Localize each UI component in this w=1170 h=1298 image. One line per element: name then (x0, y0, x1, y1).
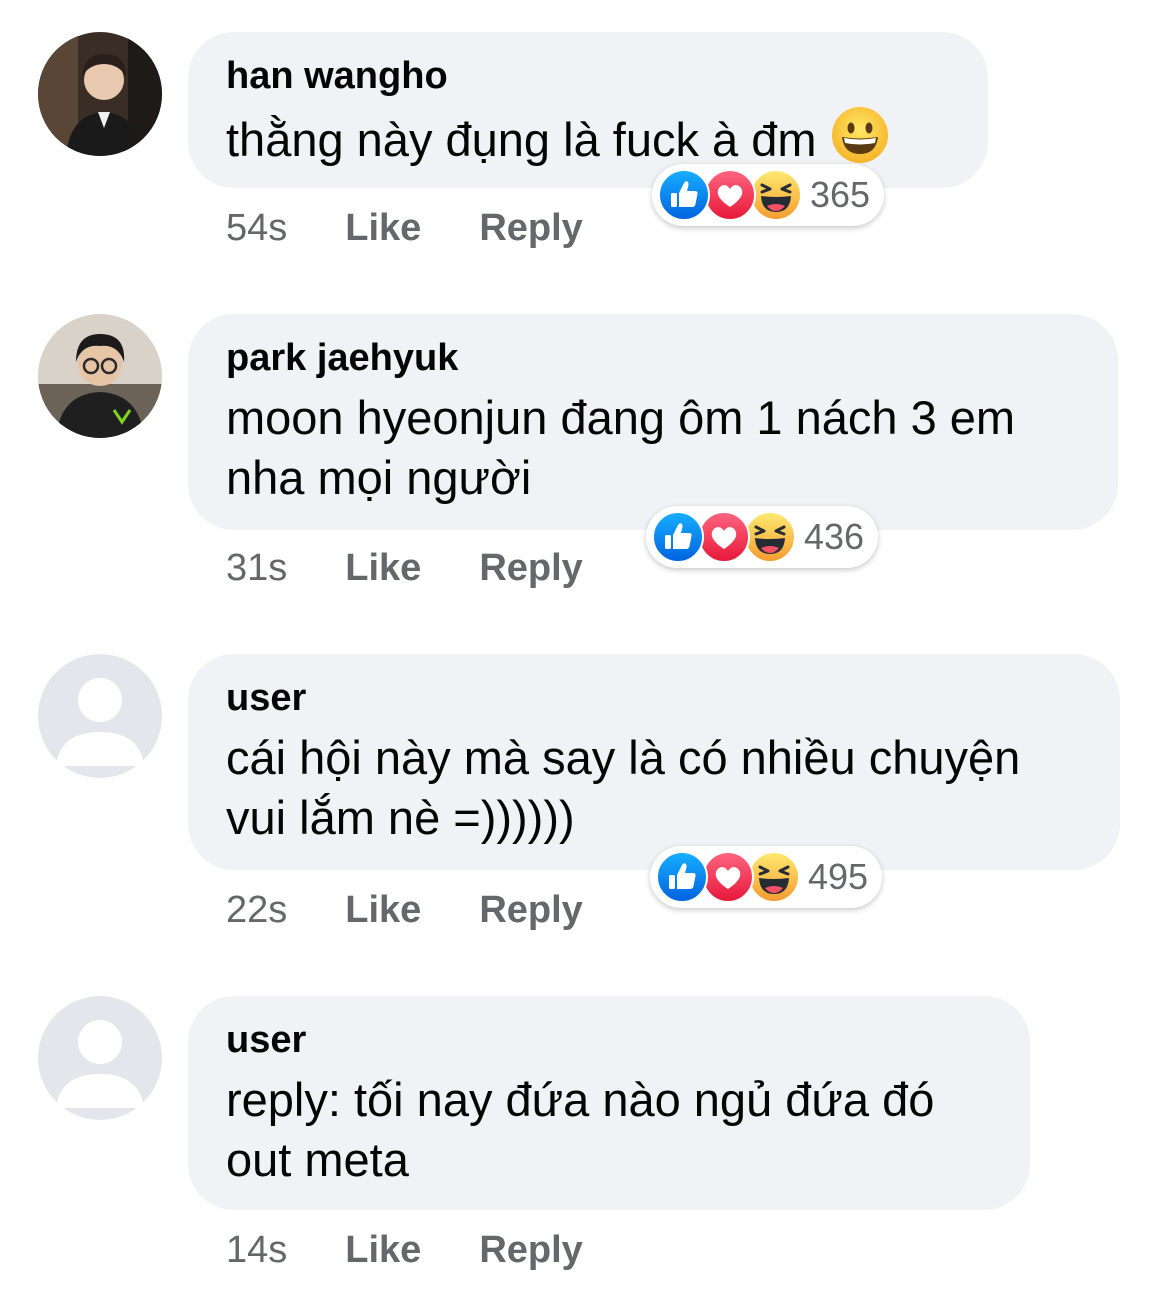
haha-reaction-icon (748, 851, 800, 903)
reaction-count: 436 (804, 516, 865, 557)
comment-author[interactable]: user (226, 1016, 990, 1064)
comment-author[interactable]: user (226, 674, 1080, 722)
love-reaction-icon (704, 169, 756, 221)
comment-bubble: park jaehyuk moon hyeonjun đang ôm 1 nác… (188, 314, 1118, 530)
avatar[interactable] (38, 996, 162, 1120)
comment-timestamp[interactable]: 54s (226, 206, 287, 250)
reaction-summary[interactable]: 436 (646, 506, 879, 568)
comment-author[interactable]: park jaehyuk (226, 334, 1078, 382)
comment-bubble: user reply: tối nay đứa nào ngủ đứa đó o… (188, 996, 1030, 1210)
comment-text: cái hội này mà say là có nhiều chuyện vu… (226, 731, 1021, 844)
comment-actions: 22s Like Reply (226, 888, 641, 932)
comment-text: reply: tối nay đứa nào ngủ đứa đó out me… (226, 1073, 935, 1186)
comment-author[interactable]: han wangho (226, 52, 948, 100)
like-reaction-icon (656, 851, 708, 903)
comment-bubble: user cái hội này mà say là có nhiều chuy… (188, 654, 1120, 870)
haha-reaction-icon (750, 169, 802, 221)
reply-button[interactable]: Reply (479, 888, 582, 932)
comment-text-content: thằng này đụng là fuck à đm (226, 113, 817, 166)
reaction-count: 495 (808, 856, 869, 897)
reply-button[interactable]: Reply (479, 206, 582, 250)
like-button[interactable]: Like (345, 546, 421, 590)
like-button[interactable]: Like (345, 888, 421, 932)
like-button[interactable]: Like (345, 206, 421, 250)
reaction-summary[interactable]: 365 (652, 164, 885, 226)
comment-timestamp[interactable]: 22s (226, 888, 287, 932)
like-button[interactable]: Like (345, 1228, 421, 1272)
comment-timestamp[interactable]: 14s (226, 1228, 287, 1272)
haha-reaction-icon (744, 511, 796, 563)
comment-actions: 54s Like Reply (226, 206, 641, 250)
comment-bubble: han wangho thằng này đụng là fuck à đm (188, 32, 988, 188)
avatar[interactable] (38, 654, 162, 778)
like-reaction-icon (658, 169, 710, 221)
reply-button[interactable]: Reply (479, 546, 582, 590)
reaction-summary[interactable]: 495 (650, 846, 883, 908)
love-reaction-icon (698, 511, 750, 563)
comment-text: moon hyeonjun đang ôm 1 nách 3 em nha mọ… (226, 391, 1016, 504)
comment-timestamp[interactable]: 31s (226, 546, 287, 590)
comment-actions: 14s Like Reply (226, 1228, 641, 1272)
love-reaction-icon (702, 851, 754, 903)
avatar[interactable] (38, 314, 162, 438)
like-reaction-icon (652, 511, 704, 563)
reply-button[interactable]: Reply (479, 1228, 582, 1272)
avatar[interactable] (38, 32, 162, 156)
comment-actions: 31s Like Reply (226, 546, 641, 590)
reaction-count: 365 (810, 174, 871, 215)
